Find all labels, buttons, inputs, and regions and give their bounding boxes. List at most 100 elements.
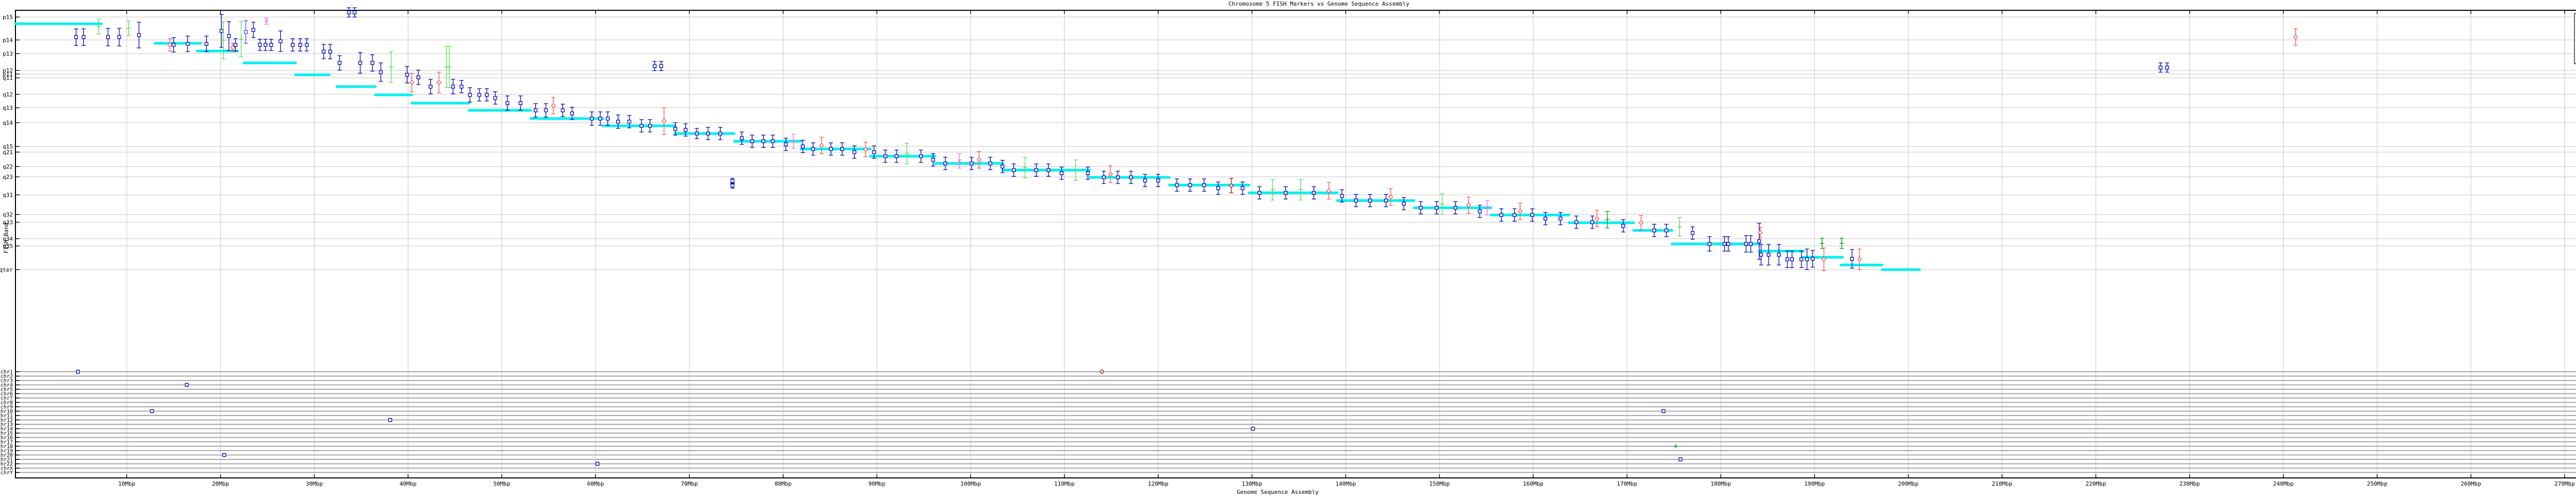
off-target-marker-chr4 <box>184 383 189 387</box>
fish-marker-fhcrc <box>988 157 993 170</box>
tick-label: 220Mbp <box>2086 481 2106 487</box>
fish-marker-fhcrc <box>1574 216 1579 229</box>
fish-marker-fhcrc <box>1749 235 1753 253</box>
fish-marker-fhcrc <box>137 22 141 48</box>
fish-marker-fhcrc <box>405 66 410 84</box>
fish-marker-fhcrc <box>321 44 326 59</box>
off-target-marker-chr12 <box>388 418 393 422</box>
off-target-marker-chr1 <box>76 370 80 374</box>
fish-marker-fhcrc <box>1257 186 1262 200</box>
fish-marker-sc <box>1229 178 1234 193</box>
fish-marker-csmc <box>551 97 556 114</box>
tick-label: 80Mbp <box>774 481 791 487</box>
fish-marker-fhcrc <box>1766 244 1771 266</box>
off-target-marker-chr10 <box>150 409 154 413</box>
fish-marker-fhcrc <box>370 54 375 72</box>
fish-marker-csmc <box>661 107 667 135</box>
fish-marker-fhcrc <box>750 135 754 148</box>
tick-label: 240Mbp <box>2273 481 2294 487</box>
fish-marker-fhcrc <box>278 30 283 52</box>
tick-label: q11 <box>3 75 13 81</box>
y-axis-label: FISH Band <box>3 222 10 254</box>
fish-marker-fhcrc <box>258 39 262 51</box>
fish-marker-lanl <box>1298 179 1303 201</box>
fish-marker-fhcrc <box>416 70 421 85</box>
fish-marker-fhcrc <box>1115 171 1120 184</box>
tick-label: 10Mbp <box>118 481 135 487</box>
tick-label: q23 <box>3 174 13 180</box>
fish-marker-fhcrc <box>770 135 775 148</box>
fish-marker-fhcrc <box>1810 250 1815 268</box>
fish-marker-fhcrc <box>969 157 974 170</box>
fish-marker-csmc <box>1388 188 1394 206</box>
tick-label: 20Mbp <box>212 481 229 487</box>
fish-marker-fhcrc <box>840 142 844 156</box>
fish-marker-fhcrc <box>589 111 594 126</box>
fish-marker-fhcrc <box>1312 186 1316 200</box>
fish-marker-fhcrc <box>561 104 565 117</box>
fish-marker-fhcrc <box>304 38 309 52</box>
axis-tick-labels: 10Mbp 20Mbp 30Mbp 40Mbp 50Mbp 60Mbp 70Mbp 80Mbp… <box>0 14 2575 487</box>
fish-marker-fhcrc <box>761 135 766 148</box>
fish-marker-fhcrc <box>1453 201 1458 214</box>
tick-label: 210Mbp <box>1992 481 2012 487</box>
fish-marker-fhcrc <box>251 22 256 38</box>
fish-marker-ucsf <box>1839 238 1844 249</box>
fish-marker-csmc <box>819 137 824 154</box>
fish-marker-fhcrc <box>718 127 723 140</box>
tick-label: q22 <box>3 163 13 170</box>
fish-marker-lanl <box>239 21 244 57</box>
tick-label: p14 <box>3 37 13 44</box>
off-target-marker-chr21 <box>1679 457 1683 461</box>
tick-label: 270Mbp <box>2554 481 2575 487</box>
tick-label: 50Mbp <box>493 481 510 487</box>
fish-marker-fhcrc <box>106 28 110 46</box>
tick-label: 180Mbp <box>1710 481 1731 487</box>
x-gridlines <box>126 10 2565 478</box>
tick-label: 160Mbp <box>1523 481 1544 487</box>
chart-canvas: 10Mbp 20Mbp 30Mbp 40Mbp 50Mbp 60Mbp 70Mbp 80Mbp… <box>0 7 2576 487</box>
fish-marker-fhcrc <box>337 55 342 71</box>
fish-marker-fhcrc <box>1799 251 1804 268</box>
tick-label: 110Mbp <box>1054 481 1075 487</box>
tick-label: 170Mbp <box>1617 481 1637 487</box>
tick-label: q31 <box>3 192 13 198</box>
tick-label: 90Mbp <box>868 481 885 487</box>
fish-marker-fhcrc <box>2165 62 2170 73</box>
fish-marker-fhcrc <box>493 91 498 105</box>
fish-marker-fhcrc <box>639 119 644 132</box>
fish-marker-fhcrc <box>1368 194 1372 207</box>
fish-marker-lanl <box>221 21 226 59</box>
fish-marker-fhcrc <box>352 7 357 18</box>
fish-marker-csmc <box>1857 248 1862 270</box>
fish-marker-fhcrc <box>185 36 190 52</box>
fish-marker-fhcrc <box>428 79 433 94</box>
fish-marker-lanl <box>1270 179 1275 201</box>
fish-marker-fhcrc <box>1175 178 1179 192</box>
fish-marker-fhcrc <box>2158 62 2163 73</box>
tick-label: qter <box>0 267 13 273</box>
fish-marker-csmc <box>1517 203 1523 220</box>
fish-marker-fhcrc <box>263 39 268 51</box>
fish-marker-fhcrc <box>227 21 231 51</box>
fish-marker-fhcrc <box>233 38 238 52</box>
tick-label: q12 <box>3 91 13 98</box>
tick-label: 250Mbp <box>2367 481 2387 487</box>
fish-marker-fhcrc <box>505 95 510 111</box>
fish-marker-fhcrc <box>379 62 383 82</box>
chr-gridlines <box>15 371 2576 473</box>
fish-marker-fhcrc <box>518 95 523 111</box>
fish-marker-fhcrc <box>1805 248 1809 270</box>
fish-marker-fhcrc <box>269 39 274 51</box>
fish-marker-fhcrc <box>1202 178 1207 192</box>
tick-label: 150Mbp <box>1429 481 1450 487</box>
fish-marker-fhcrc <box>1759 244 1764 266</box>
tick-label: 60Mbp <box>587 481 604 487</box>
fish-marker-csmc <box>1326 182 1332 200</box>
fish-marker-fhcrc <box>659 61 664 71</box>
fish-marker-fhcrc <box>1512 208 1517 222</box>
fish-marker-fhcrc <box>1499 208 1504 222</box>
tick-label: 30Mbp <box>306 481 323 487</box>
fish-marker-csmc <box>436 72 442 93</box>
fish-marker-fhcrc <box>1384 194 1388 207</box>
